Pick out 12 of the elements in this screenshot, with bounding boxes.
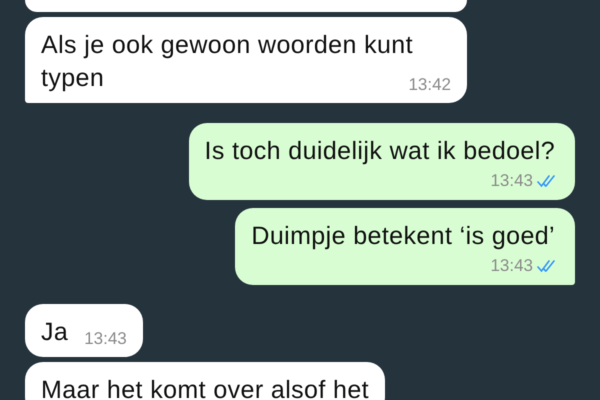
message-text: Maar het komt over alsof het bbox=[41, 376, 370, 400]
message-time: 13:43 bbox=[490, 170, 533, 192]
message-time: 13:43 bbox=[490, 255, 533, 277]
message-bubble[interactable]: Duimpje betekent ‘is goed’ 13:43 bbox=[235, 208, 575, 285]
message-time: 13:43 bbox=[84, 329, 127, 349]
message-bubble[interactable]: Maar het komt over alsof het bbox=[25, 362, 386, 400]
message-text: Ja bbox=[41, 318, 68, 346]
message-text: Is toch duidelijk wat ik bedoel? bbox=[204, 136, 556, 167]
message-bubble[interactable] bbox=[25, 0, 467, 12]
message-text: Duimpje betekent ‘is goed’ bbox=[251, 221, 556, 252]
message-bubble[interactable]: Ja 13:43 bbox=[25, 304, 143, 357]
message-bubble[interactable]: Is toch duidelijk wat ik bedoel? 13:43 bbox=[188, 123, 575, 200]
